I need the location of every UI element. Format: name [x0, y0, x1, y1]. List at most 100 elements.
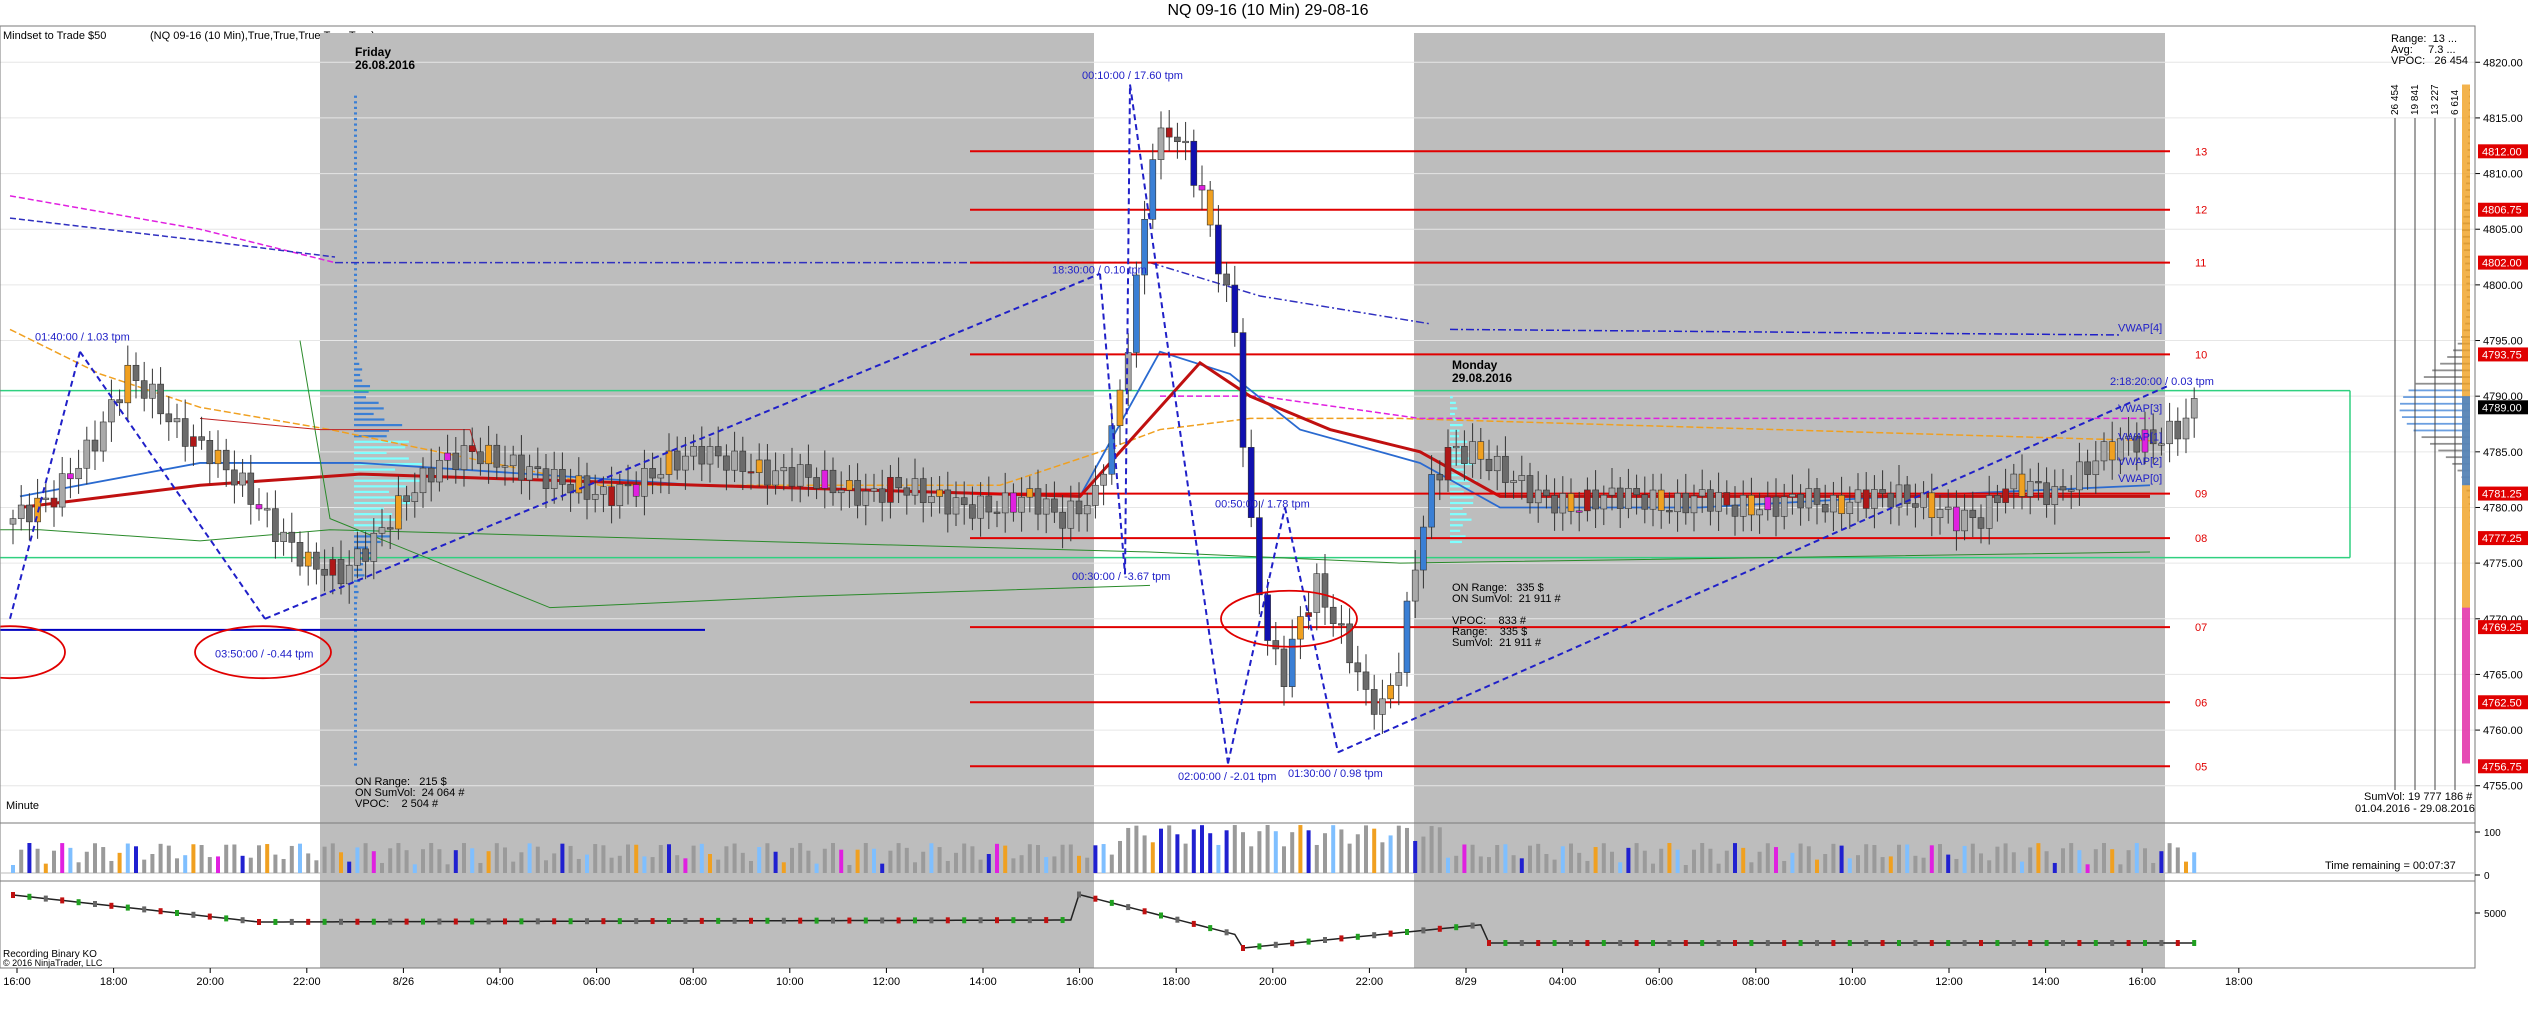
annotation-label: 01:40:00 / 1.03 tpm: [35, 332, 130, 344]
lower-candle: [1454, 924, 1459, 931]
volume-bar: [2134, 843, 2139, 873]
volume-bar: [273, 854, 278, 873]
candle-body: [1838, 494, 1845, 514]
lower-candle: [1864, 940, 1869, 946]
candle-body: [1403, 600, 1411, 673]
volume-bar: [1413, 840, 1418, 873]
profile-bar-friday: [354, 318, 357, 321]
lower-candle: [1224, 929, 1229, 936]
candle-body: [591, 494, 599, 500]
candle-body: [1821, 504, 1829, 513]
right-stat: VPOC: 26 454: [2391, 55, 2468, 67]
volume-bar: [814, 863, 819, 873]
profile-bar-friday: [354, 752, 357, 755]
volume-bar: [339, 852, 343, 873]
volume-bar: [822, 848, 827, 873]
candle-body: [690, 446, 697, 457]
annotation-label: 02:00:00 / -2.01 tpm: [1178, 771, 1276, 783]
volume-bar: [2061, 848, 2065, 873]
volume-bar: [1749, 862, 1754, 873]
volume-bar: [494, 843, 499, 873]
lower-candle: [371, 918, 376, 925]
profile-bar-monday: [1450, 518, 1472, 521]
candle-body: [1026, 488, 1034, 498]
profile-bar-friday: [354, 568, 363, 571]
volume-bar: [1298, 825, 1303, 873]
volume-bar: [1544, 854, 1549, 873]
volume-bar: [1077, 855, 1081, 873]
profile-bar-friday: [354, 668, 357, 672]
candle-body: [657, 474, 665, 479]
right-vertical-number: 6 614: [2450, 90, 2461, 115]
candle-body: [731, 450, 738, 471]
price-badge-label: 4777.25: [2482, 533, 2522, 545]
candle-body: [386, 527, 394, 530]
candle-body: [2084, 461, 2091, 475]
volume-bar: [2167, 843, 2172, 873]
candle-body: [1789, 493, 1796, 498]
volume-bar: [265, 844, 270, 873]
profile-bar-friday: [354, 746, 357, 749]
axis-tick-label: 4765.00: [2483, 669, 2523, 681]
price-badge-label: 4802.00: [2482, 258, 2522, 270]
right-profile-bar: [2401, 416, 2470, 419]
volume-bar: [380, 862, 384, 873]
candle-body: [1493, 455, 1501, 472]
candle-body: [477, 451, 484, 465]
volume-bar: [175, 858, 179, 873]
candle-body: [878, 488, 886, 503]
candle-body: [608, 486, 615, 506]
profile-bar-monday: [1450, 401, 1456, 404]
volume-bar: [1888, 856, 1893, 873]
x-tick-label: 22:00: [1356, 976, 1384, 988]
volume-bar: [2118, 864, 2123, 873]
candle-body: [1690, 495, 1698, 514]
candle-body: [1198, 185, 1206, 191]
candle-body: [854, 480, 861, 506]
annotation-label: 00:50:00 / 1.78 tpm: [1215, 498, 1310, 510]
lower-candle: [1470, 922, 1475, 929]
volume-bar: [1364, 825, 1368, 873]
candle-body: [788, 467, 796, 487]
candle-body: [1953, 506, 1960, 532]
candle-body: [600, 486, 607, 495]
lower-candle: [1093, 895, 1098, 902]
axis-tick-label: 4800.00: [2483, 280, 2523, 292]
candle-body: [485, 444, 492, 465]
volume-bar: [2175, 847, 2180, 873]
lower-candle: [1142, 908, 1147, 915]
candle-body: [1707, 489, 1714, 512]
profile-bar-friday: [354, 435, 387, 438]
lower-candle: [732, 917, 737, 924]
candle-body: [911, 478, 919, 496]
volume-bar: [1946, 854, 1951, 873]
candle-body: [1157, 127, 1165, 160]
lower-candle: [1208, 925, 1213, 932]
profile-bar-friday: [354, 273, 357, 276]
right-date-range: 01.04.2016 - 29.08.2016: [2355, 803, 2475, 815]
lower-candle: [1831, 940, 1836, 946]
volume-bar: [183, 855, 188, 873]
axis-tick-label: 4795.00: [2483, 336, 2523, 348]
lower-candle: [1175, 916, 1180, 923]
lower-candle: [1946, 940, 1951, 946]
lower-candle: [929, 917, 934, 924]
lower-candle: [470, 918, 475, 925]
candle-body: [739, 450, 747, 472]
candle-body: [231, 469, 238, 486]
candle-body: [2002, 488, 2009, 503]
chart-window: NQ 09-16 (10 Min) 29-08-16 Mindset to Tr…: [0, 0, 2536, 1014]
x-tick-label: 04:00: [1549, 976, 1577, 988]
lower-candle: [1847, 940, 1852, 946]
candle-body: [682, 455, 689, 471]
session-stat: ON SumVol: 21 911 #: [1452, 593, 1562, 605]
volume-bar: [1101, 844, 1106, 873]
lower-candle: [1585, 940, 1590, 946]
x-tick-label: 08:00: [1742, 976, 1770, 988]
candle-body: [1543, 489, 1550, 496]
volume-bar: [1200, 825, 1204, 873]
candle-body: [1362, 671, 1370, 690]
candle-body: [1567, 493, 1575, 512]
price-chart[interactable]: 13 12 11 10 09 08 07 06 05 01:40:00 / 1.03 tpm 03…: [0, 0, 2536, 1014]
volume-bar: [863, 843, 868, 873]
